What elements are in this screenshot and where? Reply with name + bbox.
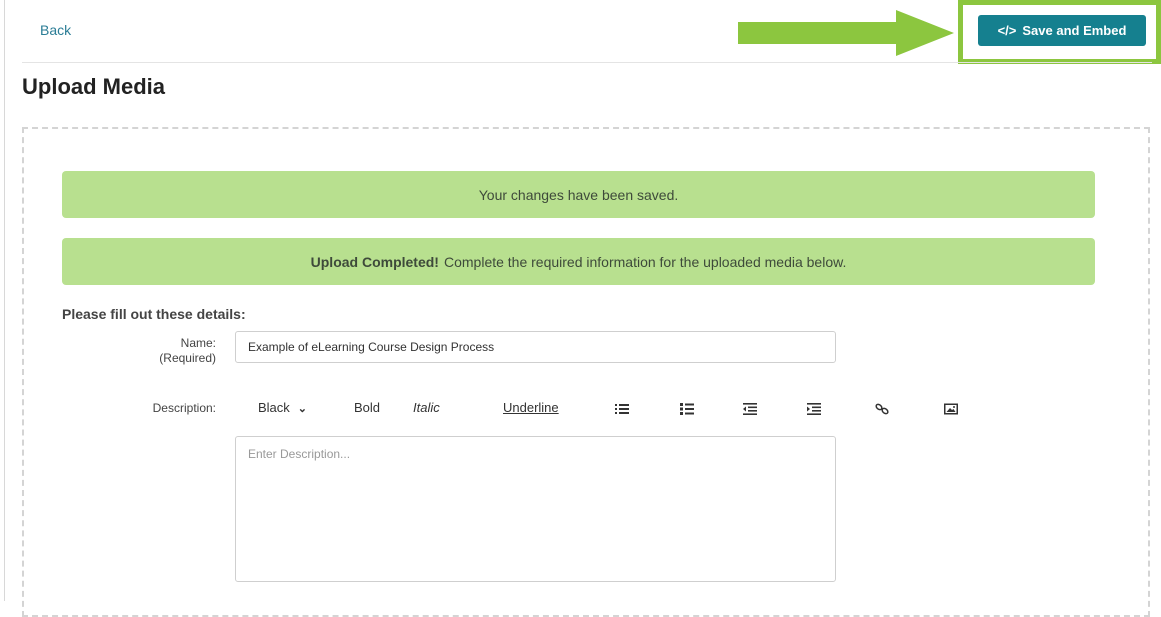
upload-complete-text: Complete the required information for th…	[443, 253, 847, 270]
saved-alert-text: Your changes have been saved.	[478, 186, 679, 203]
page-title: Upload Media	[22, 74, 166, 99]
code-icon: </>	[997, 23, 1017, 38]
description-label: Description:	[152, 401, 216, 415]
name-input[interactable]	[235, 331, 836, 363]
outdent-icon[interactable]	[743, 403, 757, 415]
text-color-dropdown[interactable]: Black ⌄	[258, 400, 307, 415]
details-section-label: Please fill out these details:	[62, 306, 246, 322]
numbered-list-icon[interactable]	[680, 403, 694, 415]
description-textarea[interactable]	[235, 436, 836, 582]
name-label-text: Name:	[180, 336, 216, 350]
link-icon[interactable]	[875, 403, 889, 415]
arrow-right-icon	[738, 10, 954, 56]
text-color-value: Black	[258, 400, 290, 415]
underline-button[interactable]: Underline	[503, 400, 559, 415]
upload-complete-alert: Upload Completed! Complete the required …	[62, 238, 1095, 285]
chevron-down-icon: ⌄	[297, 403, 308, 415]
name-required-text: (Required)	[159, 351, 216, 365]
header-divider	[22, 62, 1152, 63]
back-link[interactable]: Back	[40, 22, 71, 38]
name-label: Name: (Required)	[100, 336, 216, 366]
frame-border	[4, 0, 5, 601]
bulleted-list-icon[interactable]	[615, 403, 629, 415]
bold-button[interactable]: Bold	[354, 400, 380, 415]
italic-button[interactable]: Italic	[413, 400, 440, 415]
save-and-embed-label: Save and Embed	[1022, 23, 1127, 38]
indent-icon[interactable]	[807, 403, 821, 415]
saved-alert: Your changes have been saved.	[62, 171, 1095, 218]
save-and-embed-button[interactable]: </> Save and Embed	[978, 15, 1146, 46]
upload-complete-strong: Upload Completed!	[310, 253, 439, 270]
image-icon[interactable]	[944, 403, 958, 415]
